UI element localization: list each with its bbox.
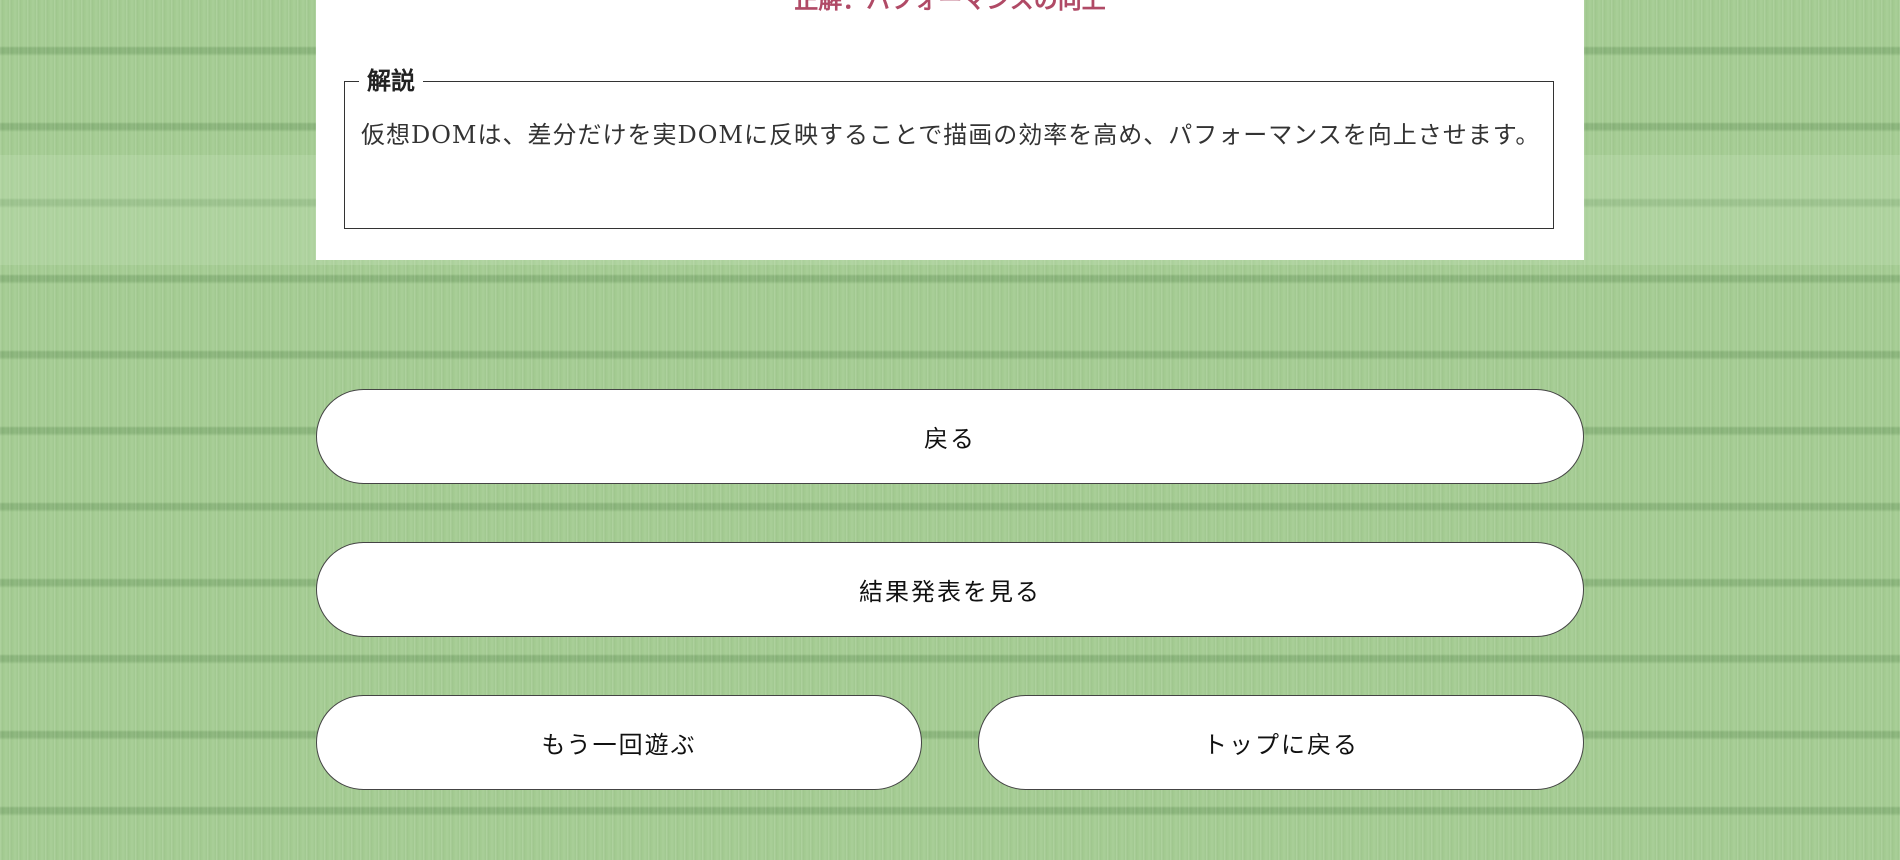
correct-answer-title: 正解：パフォーマンスの向上 [316,0,1584,12]
back-button[interactable]: 戻る [316,389,1584,484]
play-again-button[interactable]: もう一回遊ぶ [316,695,922,790]
back-to-top-button[interactable]: トップに戻る [978,695,1584,790]
explanation-box: 解説 仮想DOMは、差分だけを実DOMに反映することで描画の効率を高め、パフォー… [344,66,1554,229]
result-card: 正解：パフォーマンスの向上 解説 仮想DOMは、差分だけを実DOMに反映すること… [316,0,1584,260]
explanation-text: 仮想DOMは、差分だけを実DOMに反映することで描画の効率を高め、パフォーマンス… [361,121,1541,149]
view-results-button[interactable]: 結果発表を見る [316,542,1584,637]
explanation-heading: 解説 [359,66,423,96]
